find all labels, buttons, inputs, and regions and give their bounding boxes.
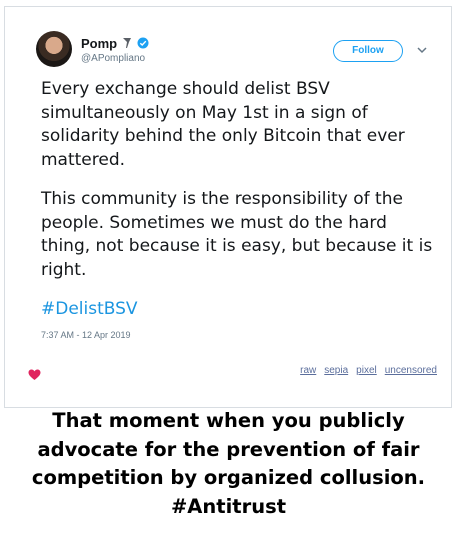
- sepia-link[interactable]: sepia: [324, 365, 348, 376]
- meme-caption: That moment when you publicly advocate f…: [0, 407, 457, 521]
- flag-emoji-icon: [123, 38, 132, 48]
- caption-line-4: #Antitrust: [170, 494, 287, 518]
- pixel-link[interactable]: pixel: [356, 365, 377, 376]
- tweet-text-paragraph-1: Every exchange should delist BSV simulta…: [41, 79, 405, 170]
- heart-icon[interactable]: [28, 369, 41, 381]
- raw-link[interactable]: raw: [300, 365, 316, 376]
- chevron-down-icon[interactable]: [417, 46, 427, 54]
- author-row: Pomp: [81, 35, 149, 51]
- caption-line-3: competition by organized collusion.: [31, 466, 426, 489]
- author-handle[interactable]: @APompliano: [81, 53, 145, 64]
- uncensored-link[interactable]: uncensored: [385, 365, 437, 376]
- author-name[interactable]: Pomp: [81, 36, 117, 51]
- tweet-text-paragraph-2: This community is the responsibility of …: [41, 189, 433, 280]
- follow-button[interactable]: Follow: [333, 40, 403, 62]
- hashtag-link[interactable]: #DelistBSV: [41, 299, 138, 319]
- tweet-card: Pomp @APompliano Follow Every exchange s…: [4, 6, 452, 408]
- tweet-timestamp[interactable]: 7:37 AM - 12 Apr 2019: [41, 330, 131, 340]
- verified-badge-icon: [137, 37, 149, 49]
- avatar[interactable]: [36, 31, 72, 67]
- caption-line-1: That moment when you publicly: [52, 409, 405, 432]
- caption-line-2: advocate for the prevention of fair: [37, 437, 420, 461]
- view-links: raw sepia pixel uncensored: [300, 365, 437, 376]
